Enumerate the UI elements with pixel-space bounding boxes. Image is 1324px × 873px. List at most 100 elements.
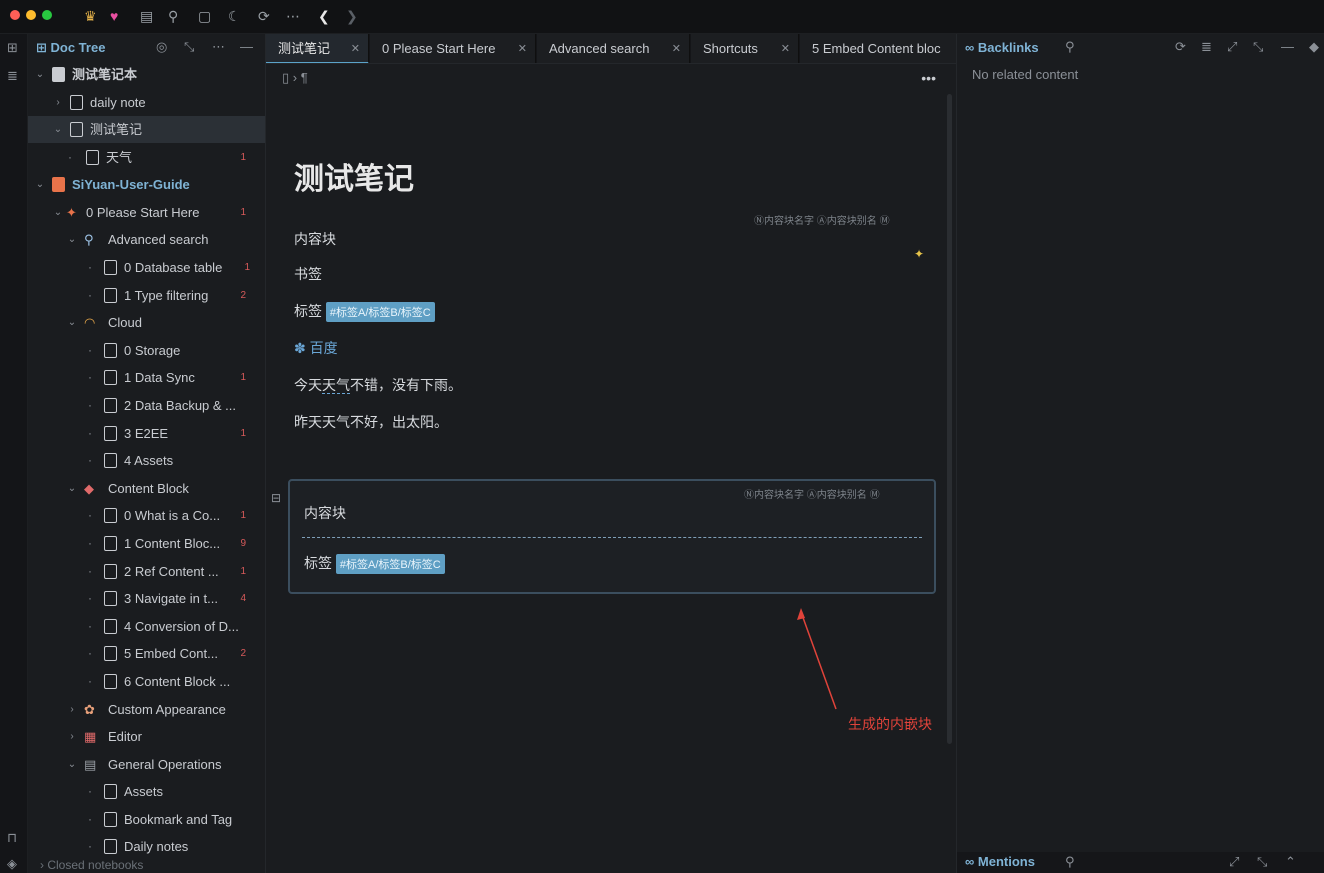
tab-please-start-here[interactable]: 0 Please Start Here ✕ bbox=[370, 34, 536, 63]
bookmark-dock-icon[interactable]: ⊓ bbox=[7, 830, 17, 846]
tree-item[interactable]: ⌄ ◆ Content Block bbox=[28, 475, 265, 502]
chevron-down-icon[interactable]: ⌄ bbox=[34, 171, 46, 198]
collapse-icon[interactable]: ⤡ bbox=[184, 39, 194, 55]
crown-icon[interactable]: ♛ bbox=[84, 8, 97, 24]
expand-icon[interactable]: ⤢ bbox=[1227, 39, 1237, 55]
tree-item[interactable]: · 0 What is a Co... 1 bbox=[28, 502, 265, 529]
tree-item[interactable]: · Daily notes bbox=[28, 833, 265, 860]
more-icon[interactable]: ⋯ bbox=[286, 8, 300, 24]
close-icon[interactable]: ✕ bbox=[672, 34, 681, 63]
tree-item-label: daily note bbox=[90, 95, 146, 110]
maximize-window-button[interactable] bbox=[42, 10, 52, 20]
more-icon[interactable]: ⋯ bbox=[212, 39, 225, 55]
collapse-icon[interactable]: ⤡ bbox=[1253, 39, 1263, 55]
doc-tree-dock-icon[interactable]: ⊞ bbox=[7, 40, 18, 56]
bullet-icon: · bbox=[88, 646, 92, 660]
minimize-icon[interactable]: — bbox=[1281, 39, 1294, 54]
heart-icon[interactable]: ♥ bbox=[110, 8, 118, 24]
expand-icon[interactable]: ⤢ bbox=[1229, 854, 1239, 870]
tree-item[interactable]: · 3 Navigate in t... 4 bbox=[28, 585, 265, 612]
calendar-icon[interactable]: ▤ bbox=[140, 8, 153, 24]
refresh-icon[interactable]: ⟳ bbox=[1175, 39, 1186, 55]
tree-item[interactable]: · 0 Storage bbox=[28, 337, 265, 364]
tree-item[interactable]: ⌄ ▤ General Operations bbox=[28, 751, 265, 778]
notebook-item[interactable]: ⌄ 测试笔记本 bbox=[28, 61, 265, 88]
tab-embed-content-block[interactable]: 5 Embed Content bloc bbox=[800, 34, 956, 63]
tree-item[interactable]: · 1 Data Sync 1 bbox=[28, 364, 265, 391]
tree-item[interactable]: · 4 Assets bbox=[28, 447, 265, 474]
search-icon[interactable]: ⚲ bbox=[1065, 39, 1075, 55]
keyboard-icon: ▤ bbox=[84, 757, 97, 772]
chevron-up-icon[interactable]: ⌃ bbox=[1285, 854, 1296, 870]
chevron-right-icon[interactable]: › bbox=[66, 696, 78, 723]
doc-tree-title: ⊞ Doc Tree bbox=[36, 40, 106, 55]
chevron-down-icon[interactable]: ⌄ bbox=[34, 61, 46, 88]
forward-icon[interactable]: ❯ bbox=[346, 8, 358, 24]
tab-test-note[interactable]: 测试笔记 ✕ bbox=[266, 34, 369, 63]
close-icon[interactable]: ✕ bbox=[518, 34, 527, 63]
tree-item[interactable]: · 1 Content Bloc... 9 bbox=[28, 530, 265, 557]
search-icon[interactable]: ⚲ bbox=[168, 8, 178, 24]
square-icon[interactable]: ▢ bbox=[198, 8, 211, 24]
tag-dock-icon[interactable]: ◈ bbox=[7, 856, 17, 872]
minimize-window-button[interactable] bbox=[26, 10, 36, 20]
ref-count: 2 bbox=[240, 648, 246, 659]
tree-item[interactable]: › ✿ Custom Appearance bbox=[28, 696, 265, 723]
chevron-down-icon[interactable]: ⌄ bbox=[66, 475, 78, 502]
tree-item-label: 2 Ref Content ... bbox=[124, 564, 219, 579]
minimize-icon[interactable]: — bbox=[240, 39, 253, 54]
chevron-down-icon[interactable]: ⌄ bbox=[66, 309, 78, 336]
tree-item[interactable]: › daily note bbox=[28, 89, 265, 116]
focus-icon[interactable]: ◎ bbox=[156, 39, 167, 55]
tree-item[interactable]: · 5 Embed Cont... 2 bbox=[28, 640, 265, 667]
pin-icon[interactable]: ◆ bbox=[1309, 39, 1319, 55]
tree-item[interactable]: · 3 E2EE 1 bbox=[28, 420, 265, 447]
notebook-item[interactable]: ⌄ SiYuan-User-Guide bbox=[28, 171, 265, 198]
tree-item[interactable]: › ▦ Editor bbox=[28, 723, 265, 750]
chevron-right-icon[interactable]: › bbox=[52, 89, 64, 116]
tree-item[interactable]: · 天气 1 bbox=[28, 144, 265, 171]
tree-item-selected[interactable]: ⌄ 测试笔记 bbox=[28, 116, 265, 143]
palette-icon: ✿ bbox=[84, 702, 95, 717]
tree-item[interactable]: · Assets bbox=[28, 778, 265, 805]
tree-item[interactable]: · 0 Database table 1 bbox=[28, 254, 265, 281]
close-window-button[interactable] bbox=[10, 10, 20, 20]
tree-item[interactable]: · 2 Ref Content ... 1 bbox=[28, 558, 265, 585]
bullet-icon: · bbox=[88, 370, 92, 384]
tree-item[interactable]: · 2 Data Backup & ... bbox=[28, 392, 265, 419]
tree-item[interactable]: ⌄ ⚲ Advanced search bbox=[28, 226, 265, 253]
list-icon[interactable]: ≣ bbox=[1201, 39, 1212, 55]
tree-item[interactable]: · 1 Type filtering 2 bbox=[28, 282, 265, 309]
chevron-down-icon[interactable]: ⌄ bbox=[66, 226, 78, 253]
tree-item[interactable]: · 4 Conversion of D... bbox=[28, 613, 265, 640]
close-icon[interactable]: ✕ bbox=[351, 34, 360, 62]
backlinks-empty-text: No related content bbox=[972, 67, 1079, 82]
tab-shortcuts[interactable]: Shortcuts ✕ bbox=[691, 34, 799, 63]
chevron-right-icon[interactable]: › bbox=[66, 723, 78, 750]
back-icon[interactable]: ❮ bbox=[318, 8, 330, 24]
collapse-icon[interactable]: ⤡ bbox=[1257, 854, 1267, 870]
moon-icon[interactable]: ☾ bbox=[228, 8, 241, 24]
sync-icon[interactable]: ⟳ bbox=[258, 8, 270, 24]
search-icon[interactable]: ⚲ bbox=[1065, 854, 1075, 870]
chevron-down-icon[interactable]: ⌄ bbox=[52, 116, 64, 143]
tree-item-label: 4 Assets bbox=[124, 453, 174, 468]
tree-item[interactable]: ⌄ ◠ Cloud bbox=[28, 309, 265, 336]
tree-item[interactable]: · 6 Content Block ... bbox=[28, 668, 265, 695]
ref-count: 1 bbox=[244, 262, 250, 273]
chevron-down-icon[interactable]: ⌄ bbox=[52, 199, 64, 226]
tab-advanced-search[interactable]: Advanced search ✕ bbox=[537, 34, 690, 63]
tree-item[interactable]: · Bookmark and Tag bbox=[28, 806, 265, 833]
tree-item[interactable]: ⌄ ✦ 0 Please Start Here 1 bbox=[28, 199, 265, 226]
outline-dock-icon[interactable]: ≣ bbox=[7, 68, 18, 84]
bullet-icon: · bbox=[88, 674, 92, 688]
close-icon[interactable]: ✕ bbox=[781, 34, 790, 63]
editor-tab-bar: 测试笔记 ✕ 0 Please Start Here ✕ Advanced se… bbox=[266, 34, 956, 64]
chevron-down-icon[interactable]: ⌄ bbox=[66, 751, 78, 778]
left-dock: ⊞ ≣ ⊓ ◈ bbox=[0, 34, 28, 873]
document-icon bbox=[104, 398, 117, 413]
tab-label: 测试笔记 bbox=[278, 41, 331, 56]
tab-label: 5 Embed Content bloc bbox=[812, 41, 941, 56]
closed-notebooks[interactable]: › Closed notebooks bbox=[40, 858, 143, 872]
rainbow-icon: ◠ bbox=[84, 315, 96, 330]
